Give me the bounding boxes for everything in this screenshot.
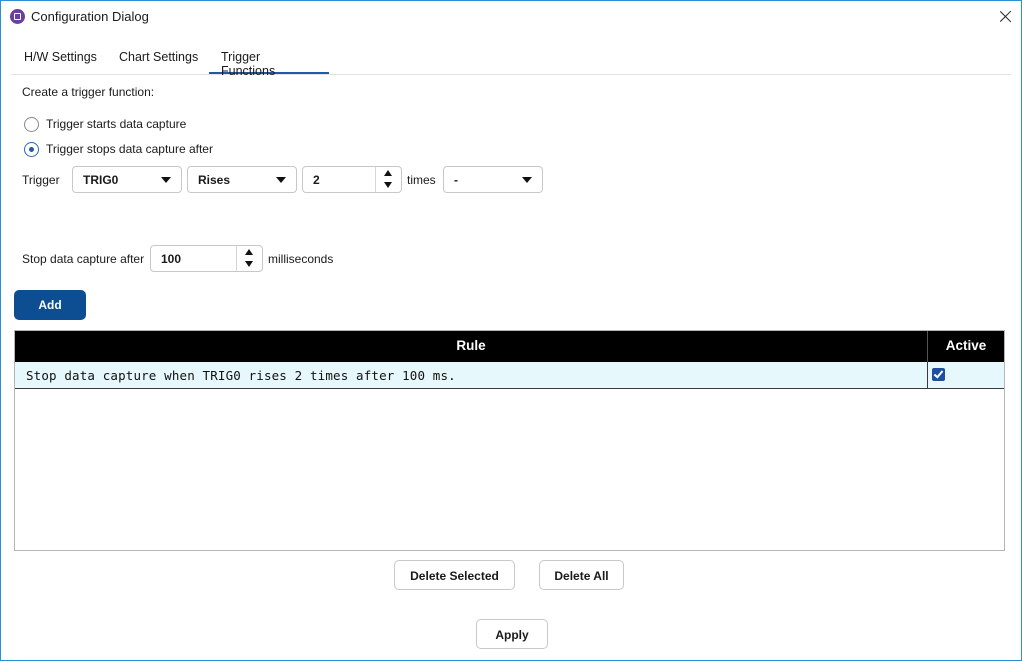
chevron-down-icon: [161, 177, 171, 183]
chevron-down-icon: [276, 177, 286, 183]
tab-bar: H/W Settings Chart Settings Trigger Func…: [11, 41, 1011, 78]
radio-trigger-stops-label[interactable]: Trigger stops data capture after: [46, 142, 213, 156]
tab-hw-settings[interactable]: H/W Settings: [12, 41, 109, 74]
column-header-rule[interactable]: Rule: [15, 331, 927, 362]
milliseconds-label: milliseconds: [268, 252, 334, 266]
title-bar[interactable]: Configuration Dialog: [1, 1, 1021, 32]
column-header-active[interactable]: Active: [927, 331, 1004, 362]
rule-cell[interactable]: Stop data capture when TRIG0 rises 2 tim…: [26, 368, 456, 383]
tab-chart-settings[interactable]: Chart Settings: [107, 41, 210, 74]
active-checkbox[interactable]: [932, 368, 945, 381]
trigger-edge-select[interactable]: Rises: [187, 166, 297, 193]
trigger-source-value: TRIG0: [83, 173, 119, 187]
trigger-mode-value: -: [454, 173, 458, 187]
trigger-label: Trigger: [22, 173, 60, 187]
active-cell[interactable]: [927, 362, 1004, 388]
app-icon: [10, 9, 25, 24]
trigger-edge-value: Rises: [198, 173, 231, 187]
radio-trigger-starts-label[interactable]: Trigger starts data capture: [46, 117, 186, 131]
arrow-down-icon[interactable]: [384, 182, 392, 188]
stepper-buttons[interactable]: [375, 167, 401, 192]
arrow-up-icon[interactable]: [384, 170, 392, 176]
stop-duration-value: 100: [161, 252, 182, 266]
tab-trigger-functions[interactable]: Trigger Functions: [209, 41, 329, 78]
apply-button[interactable]: Apply: [476, 619, 548, 649]
radio-trigger-stops[interactable]: [24, 142, 39, 157]
table-row[interactable]: Stop data capture when TRIG0 rises 2 tim…: [15, 362, 1004, 389]
add-button[interactable]: Add: [14, 290, 86, 320]
close-icon[interactable]: [991, 1, 1021, 32]
rules-table: Rule Active Stop data capture when TRIG0…: [14, 330, 1005, 551]
arrow-up-icon[interactable]: [245, 249, 253, 255]
delete-all-button[interactable]: Delete All: [539, 560, 624, 590]
stop-duration-stepper[interactable]: 100: [150, 245, 263, 272]
trigger-count-value: 2: [313, 173, 320, 187]
create-trigger-label: Create a trigger function:: [22, 85, 155, 99]
trigger-count-stepper[interactable]: 2: [302, 166, 402, 193]
window-title: Configuration Dialog: [31, 9, 149, 24]
table-header: Rule Active: [15, 331, 1004, 362]
radio-trigger-starts[interactable]: [24, 117, 39, 132]
stepper-buttons[interactable]: [236, 246, 262, 271]
arrow-down-icon[interactable]: [245, 261, 253, 267]
chevron-down-icon: [522, 177, 532, 183]
stop-capture-label: Stop data capture after: [22, 252, 145, 266]
delete-selected-button[interactable]: Delete Selected: [394, 560, 515, 590]
trigger-mode-select[interactable]: -: [443, 166, 543, 193]
trigger-source-select[interactable]: TRIG0: [72, 166, 182, 193]
configuration-dialog: Configuration Dialog H/W Settings Chart …: [0, 0, 1022, 661]
times-label: times: [407, 173, 436, 187]
